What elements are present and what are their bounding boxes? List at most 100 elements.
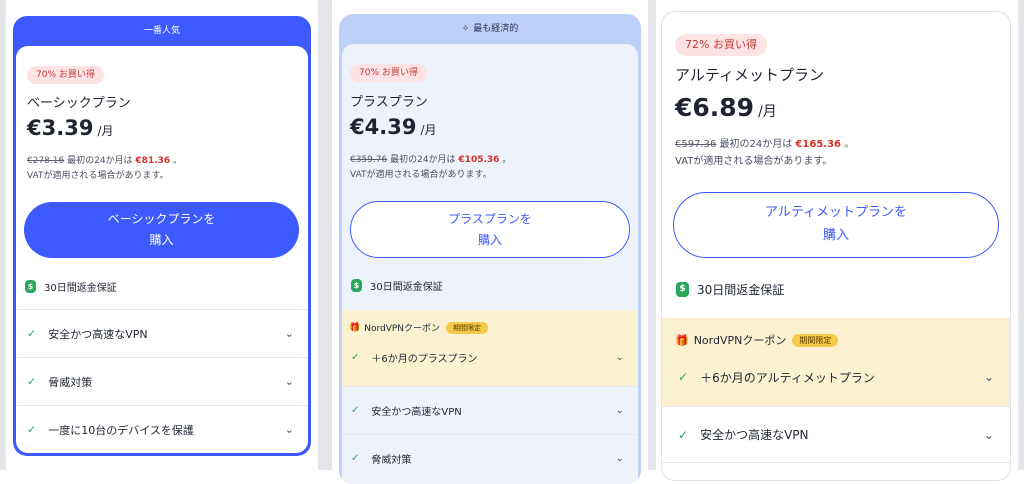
vat-note: VATが適用される場合があります。 [350, 170, 492, 180]
coupon-title: NordVPNクーポン [364, 324, 441, 334]
check-icon: ✓ [27, 375, 37, 388]
first-term-label: 最初の24か月は [719, 139, 793, 150]
original-price: €597.36 [675, 139, 717, 150]
price-period: /月 [420, 123, 437, 137]
limited-time-badge: 期間限定 [792, 333, 839, 347]
coupon-feature-row[interactable]: ✓ ＋6か月のアルティメットプラン ⌄ [662, 360, 1010, 394]
money-back-guarantee: $ 30日間返金保証 [25, 279, 117, 294]
discount-badge: 70% お買い得 [27, 66, 104, 84]
chevron-down-icon[interactable]: ⌄ [984, 428, 994, 442]
chevron-down-icon[interactable]: ⌄ [285, 375, 294, 388]
plan-card-plus: ✧ 最も経済的 70% お買い得 プラスプラン €4.39/月 €359.76 最… [339, 14, 641, 484]
sale-price: €105.36 [458, 155, 500, 165]
price: €6.89/月 [675, 93, 777, 122]
plan-name: ベーシックプラン [27, 96, 131, 111]
banner-label: 最も経済的 [473, 24, 519, 34]
guarantee-label: 30日間返金保証 [370, 282, 443, 293]
price-value: €6.89 [675, 93, 755, 122]
coupon-header: 🎁 NordVPNクーポン 期間限定 [349, 321, 489, 334]
first-term-label: 最初の24か月は [390, 155, 456, 165]
sale-suffix: 。 [173, 156, 183, 166]
sparkle-icon: ✧ [461, 24, 470, 34]
chevron-down-icon[interactable]: ⌄ [616, 405, 624, 416]
price: €4.39/月 [350, 115, 436, 139]
gift-icon: 🎁 [675, 333, 689, 347]
coupon-feature-row[interactable]: ✓ ＋6か月のプラスプラン ⌄ [342, 340, 638, 374]
buy-button-line1: プラスプランを [448, 211, 532, 226]
buy-button-line2: 購入 [822, 228, 849, 243]
price: €3.39/月 [27, 116, 113, 140]
feature-row-divider [662, 462, 1010, 463]
shield-dollar-icon: $ [351, 279, 362, 292]
plan-card-body: 70% お買い得 プラスプラン €4.39/月 €359.76 最初の24か月は… [342, 44, 638, 484]
feature-row[interactable]: ✓ 安全かつ高速なVPN ⌄ [342, 386, 638, 434]
chevron-down-icon[interactable]: ⌄ [285, 327, 294, 340]
buy-button-line2: 購入 [477, 232, 502, 247]
sale-suffix: 。 [502, 155, 512, 165]
price-detail: €597.36 最初の24か月は €165.36 。 [675, 135, 854, 150]
sale-suffix: 。 [844, 139, 855, 150]
plan-card-ultimate: 72% お買い得 アルティメットプラン €6.89/月 €597.36 最初の2… [661, 11, 1011, 481]
price-period: /月 [97, 124, 114, 138]
best-value-banner: ✧ 最も経済的 [339, 14, 641, 44]
chevron-down-icon[interactable]: ⌄ [616, 352, 624, 363]
price-detail: €359.76 最初の24か月は €105.36 。 [350, 152, 511, 165]
gift-icon: 🎁 [349, 322, 361, 333]
buy-ultimate-button[interactable]: アルティメットプランを 購入 [673, 192, 999, 258]
chevron-down-icon[interactable]: ⌄ [616, 453, 624, 464]
shield-dollar-icon: $ [676, 282, 689, 297]
price-value: €4.39 [350, 115, 417, 139]
buy-button-line2: 購入 [149, 233, 174, 247]
feature-row[interactable]: ✓ 脅威対策 ⌄ [342, 434, 638, 482]
plan-card-body: 72% お買い得 アルティメットプラン €6.89/月 €597.36 最初の2… [662, 12, 1010, 480]
coupon-section: 🎁 NordVPNクーポン 期間限定 ✓ ＋6か月のアルティメットプラン ⌄ [662, 318, 1010, 406]
feature-row[interactable]: ✓ 一度に10台のデバイスを保護 ⌄ [16, 405, 308, 453]
guarantee-label: 30日間返金保証 [44, 283, 117, 294]
panel-gutter [0, 0, 6, 470]
feature-row[interactable]: ✓ 安全かつ高速なVPN ⌄ [662, 406, 1010, 462]
original-price: €359.76 [350, 155, 388, 165]
feature-label: 一度に10台のデバイスを保護 [48, 423, 194, 437]
coupon-title: NordVPNクーポン [693, 334, 787, 347]
buy-button-line1: アルティメットプランを [764, 205, 908, 221]
check-icon: ✓ [351, 405, 360, 416]
coupon-header: 🎁 NordVPNクーポン 期間限定 [675, 332, 839, 348]
vat-note: VATが適用される場合があります。 [675, 156, 833, 167]
price-period: /月 [758, 104, 777, 120]
buy-basic-button[interactable]: ベーシックプランを 購入 [24, 202, 299, 258]
chevron-down-icon[interactable]: ⌄ [984, 370, 994, 384]
limited-time-badge: 期間限定 [446, 321, 489, 334]
money-back-guarantee: $ 30日間返金保証 [351, 278, 443, 293]
feature-label: ＋6か月のアルティメットプラン [700, 370, 875, 385]
panel-gutter [1018, 0, 1024, 470]
plan-card-basic: 一番人気 70% お買い得 ベーシックプラン €3.39/月 €278.16 最… [13, 16, 311, 456]
check-icon: ✓ [27, 327, 37, 340]
feature-row[interactable]: ✓ 脅威対策 ⌄ [16, 357, 308, 405]
price-detail: €278.16 最初の24か月は €81.36 。 [27, 153, 182, 166]
plan-name: アルティメットプラン [675, 66, 824, 84]
money-back-guarantee: $ 30日間返金保証 [676, 281, 784, 298]
buy-plus-button[interactable]: プラスプランを 購入 [350, 201, 630, 258]
panel-gutter [318, 0, 332, 470]
sale-price: €81.36 [135, 156, 171, 166]
feature-row[interactable]: ✓ 安全かつ高速なVPN ⌄ [16, 309, 308, 357]
buy-button-line1: ベーシックプランを [107, 212, 216, 226]
original-price: €278.16 [27, 156, 65, 166]
shield-dollar-icon: $ [25, 280, 36, 293]
check-icon: ✓ [678, 427, 689, 442]
plan-card-body: 70% お買い得 ベーシックプラン €3.39/月 €278.16 最初の24か… [16, 46, 308, 453]
sale-price: €165.36 [795, 139, 842, 150]
check-icon: ✓ [27, 423, 37, 436]
price-value: €3.39 [27, 116, 94, 140]
check-icon: ✓ [351, 351, 360, 363]
check-icon: ✓ [351, 453, 360, 464]
chevron-down-icon[interactable]: ⌄ [285, 423, 294, 436]
first-term-label: 最初の24か月は [67, 156, 133, 166]
popular-banner: 一番人気 [143, 26, 180, 36]
guarantee-label: 30日間返金保証 [697, 283, 785, 297]
feature-label: 脅威対策 [371, 455, 412, 466]
discount-badge: 70% お買い得 [350, 64, 427, 82]
feature-label: ＋6か月のプラスプラン [371, 353, 478, 365]
coupon-section: 🎁 NordVPNクーポン 期間限定 ✓ ＋6か月のプラスプラン ⌄ [342, 310, 638, 386]
feature-label: 安全かつ高速なVPN [700, 428, 809, 442]
